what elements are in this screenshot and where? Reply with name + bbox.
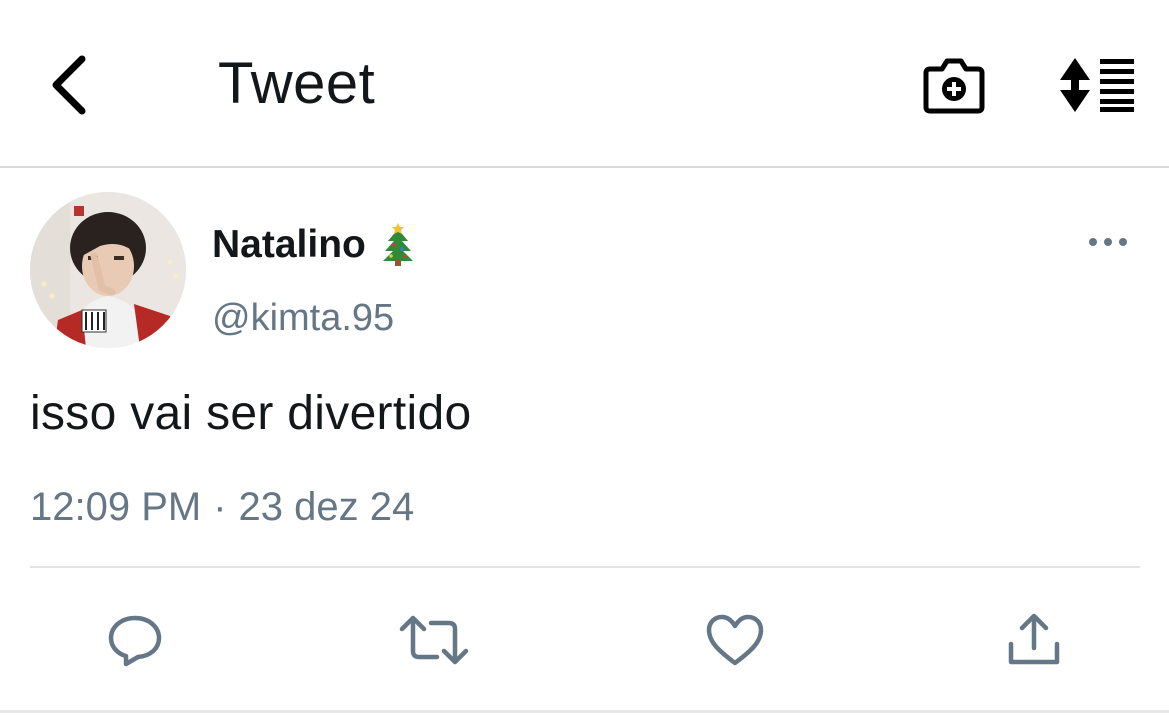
divider [30, 566, 1140, 568]
more-options-button[interactable] [1078, 224, 1138, 260]
avatar[interactable] [30, 192, 186, 348]
retweet-icon [399, 615, 469, 665]
tweet-timestamp: 12:09 PM · 23 dez 24 [30, 484, 414, 530]
tweet-time: 12:09 PM [30, 485, 202, 529]
tweet-date: 23 dez 24 [238, 485, 415, 529]
reply-icon [108, 615, 162, 667]
like-button[interactable] [695, 598, 775, 682]
author-name-row[interactable]: Natalino [212, 220, 416, 270]
retweet-button[interactable] [394, 598, 474, 682]
share-button[interactable] [994, 598, 1074, 682]
christmas-tree-emoji [382, 223, 413, 266]
back-button[interactable] [38, 50, 98, 120]
share-icon [1008, 613, 1060, 665]
tweet-actions [0, 598, 1169, 682]
timestamp-separator: · [213, 485, 227, 529]
reply-button[interactable] [95, 598, 175, 682]
camera-button[interactable] [918, 50, 990, 120]
camera-plus-icon [923, 58, 985, 114]
sort-list-icon [1060, 58, 1134, 112]
sort-button[interactable] [1056, 50, 1140, 120]
display-name: Natalino [212, 223, 366, 266]
bottom-divider [0, 710, 1169, 713]
top-bar: Tweet [0, 0, 1169, 168]
chevron-left-icon [52, 55, 86, 115]
tweet-card: Natalino @kimta.95 isso vai ser divertid… [0, 168, 1169, 715]
profile-photo [30, 192, 186, 348]
page-title: Tweet [218, 51, 376, 116]
tweet-text: isso vai ser divertido [30, 387, 472, 440]
heart-icon [706, 614, 764, 666]
user-handle[interactable]: @kimta.95 [212, 296, 394, 340]
more-horizontal-icon [1089, 238, 1127, 246]
